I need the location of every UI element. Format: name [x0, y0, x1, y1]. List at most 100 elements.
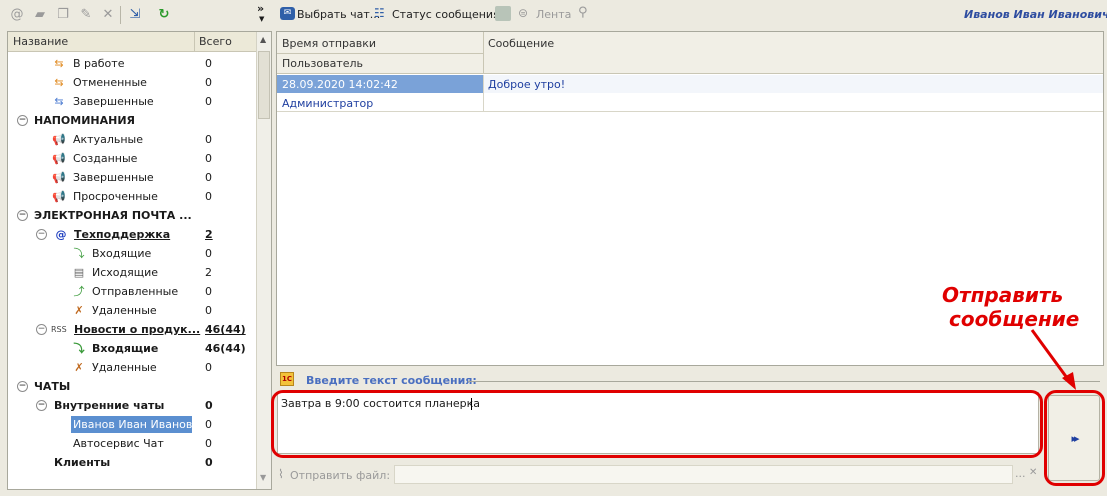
collapse-icon[interactable]: − [36, 229, 47, 240]
compose-prompt: Введите текст сообщения: [306, 374, 477, 387]
column-message-header[interactable]: Сообщение [488, 37, 554, 50]
edit-pencil-icon[interactable]: ✎ [78, 6, 94, 22]
tree-item-count: 0 [205, 57, 212, 70]
tree-group-reminders[interactable]: − НАПОМИНАНИЯ [8, 111, 256, 130]
collapse-icon[interactable]: − [17, 115, 28, 126]
trash-icon: ✗ [74, 303, 84, 317]
tree-item-product-news[interactable]: − RSS Новости о продук... 46(44) [8, 320, 256, 339]
attach-browse-button[interactable]: ... [1015, 467, 1026, 480]
refresh-icon[interactable]: ↻ [156, 6, 172, 22]
current-user-name: Иванов Иван Иванович [964, 8, 1107, 21]
tree-item-count: 46(44) [205, 342, 246, 355]
tree-item-overdue[interactable]: 📢 Просроченные 0 [8, 187, 256, 206]
tree-item-chat-autoservice[interactable]: Автосервис Чат 0 [8, 434, 256, 453]
feed-button[interactable]: Лента [536, 8, 571, 21]
tree-item-count: 0 [205, 190, 212, 203]
tree-item-created[interactable]: 📢 Созданные 0 [8, 149, 256, 168]
messages-header: Время отправки Сообщение Пользователь [277, 32, 1103, 74]
email-account-icon: @ [55, 227, 67, 241]
tree-item-cancelled[interactable]: ⇆ Отмененные 0 [8, 73, 256, 92]
tree-item-internal-chats[interactable]: − Внутренние чаты 0 [8, 396, 256, 415]
collapse-icon[interactable]: − [36, 400, 47, 411]
tree-item-completed[interactable]: ⇆ Завершенные 0 [8, 92, 256, 111]
tree-item-news-deleted[interactable]: ✗ Удаленные 0 [8, 358, 256, 377]
tree-item-count: 0 [205, 76, 212, 89]
tree-item-count: 0 [205, 399, 213, 412]
tree-item-outbox[interactable]: ▤ Исходящие 2 [8, 263, 256, 282]
annotation-arrow [1030, 329, 1076, 390]
1c-logo-icon: 1С [280, 372, 294, 386]
tree-group-email[interactable]: − ЭЛЕКТРОННАЯ ПОЧТА ... [8, 206, 256, 225]
toolbar-overflow-button[interactable]: » [257, 2, 264, 15]
tree-group-label: НАПОМИНАНИЯ [34, 114, 136, 127]
tree-item-label: Отправленные [92, 285, 179, 298]
chart-icon[interactable] [495, 6, 511, 21]
tree-item-in-progress[interactable]: ⇆ В работе 0 [8, 54, 256, 73]
tree-item-finished[interactable]: 📢 Завершенные 0 [8, 168, 256, 187]
tree-item-count: 2 [205, 266, 212, 279]
tree-item-clients[interactable]: Клиенты 0 [8, 453, 256, 472]
tree-group-chats[interactable]: − ЧАТЫ [8, 377, 256, 396]
tree-item-label: Просроченные [73, 190, 158, 203]
tree-item-label: Новости о продук... [74, 323, 201, 336]
header-divider [194, 32, 195, 52]
attach-clear-button[interactable]: ✕ [1029, 467, 1037, 478]
export-icon[interactable]: ⇲ [127, 6, 143, 22]
attach-file-input[interactable] [394, 465, 1013, 484]
column-user-header[interactable]: Пользователь [282, 57, 363, 70]
collapse-icon[interactable]: − [17, 210, 28, 221]
column-total-header[interactable]: Всего [199, 35, 232, 48]
tree-item-label: Удаленные [92, 304, 157, 317]
tree-item-inbox[interactable]: ⤵ Входящие 0 [8, 244, 256, 263]
attach-file-label: Отправить файл: [290, 469, 391, 482]
tree-item-count: 0 [205, 285, 212, 298]
chevron-down-icon[interactable]: ▼ [259, 15, 264, 23]
tree-item-chat-ivanov[interactable]: Иванов Иван Иванов... 0 [8, 415, 256, 434]
tree-item-label: Клиенты [54, 456, 111, 469]
feed-icon: ⊜ [518, 6, 529, 20]
left-toolbar: @ ▰ ❐ ✎ ✕ ⇲ ↻ » ▼ [0, 0, 272, 31]
tree-panel: Название Всего ▲ ▼ ⇆ В работе 0 ⇆ Отмене… [7, 31, 272, 490]
tree-item-label: Удаленные [92, 361, 157, 374]
tree-item-deleted[interactable]: ✗ Удаленные 0 [8, 301, 256, 320]
choose-chat-button[interactable]: Выбрать чат... [297, 8, 380, 21]
delete-x-icon[interactable]: ✕ [100, 6, 116, 22]
copy-icon[interactable]: ❐ [55, 6, 71, 22]
message-row[interactable]: 28.09.2020 14:02:42 Доброе утро! Админис… [277, 75, 1103, 112]
tree-item-sent[interactable]: ⤴ Отправленные 0 [8, 282, 256, 301]
annotation-label-line1: Отправить [942, 283, 1064, 307]
tree-structure-icon[interactable]: ⚲ [578, 5, 588, 20]
tree-scrollbar[interactable]: ▲ ▼ [256, 32, 271, 489]
choose-chat-icon: ✉ [280, 7, 295, 20]
toolbar-separator [120, 6, 121, 24]
tree-item-count: 0 [205, 304, 212, 317]
column-name-header[interactable]: Название [13, 35, 68, 48]
scroll-down-icon[interactable]: ▼ [260, 473, 266, 482]
collapse-icon[interactable]: − [17, 381, 28, 392]
at-icon[interactable]: @ [9, 6, 25, 22]
folder-icon[interactable]: ▰ [32, 6, 48, 22]
header-divider [483, 32, 484, 74]
message-text-cell [484, 75, 1103, 93]
tree-item-count: 0 [205, 95, 212, 108]
sent-icon: ⤴ [73, 284, 85, 298]
tree-item-techsupport[interactable]: − @ Техподдержка 2 [8, 225, 256, 244]
tree-item-count: 0 [205, 418, 212, 431]
tree-item-label: Завершенные [73, 95, 154, 108]
tree-item-count: 0 [205, 361, 212, 374]
tree-item-label: Завершенные [73, 171, 154, 184]
tree-item-count: 0 [205, 133, 212, 146]
scroll-thumb[interactable] [258, 51, 270, 119]
tree-item-label: Техподдержка [74, 228, 171, 241]
collapse-icon[interactable]: − [36, 324, 47, 335]
tree-group-label: ЭЛЕКТРОННАЯ ПОЧТА ... [34, 209, 192, 222]
message-status-button[interactable]: Статус сообщения [392, 8, 500, 21]
tree-item-count: 2 [205, 228, 213, 241]
column-time-header[interactable]: Время отправки [282, 37, 376, 50]
scroll-up-icon[interactable]: ▲ [260, 35, 266, 44]
tree-item-news-inbox[interactable]: ⤵ Входящие 46(44) [8, 339, 256, 358]
status-list-icon: ☷ [374, 6, 385, 20]
tree-item-count: 0 [205, 152, 212, 165]
tree-item-current[interactable]: 📢 Актуальные 0 [8, 130, 256, 149]
trash-icon: ✗ [74, 360, 84, 374]
